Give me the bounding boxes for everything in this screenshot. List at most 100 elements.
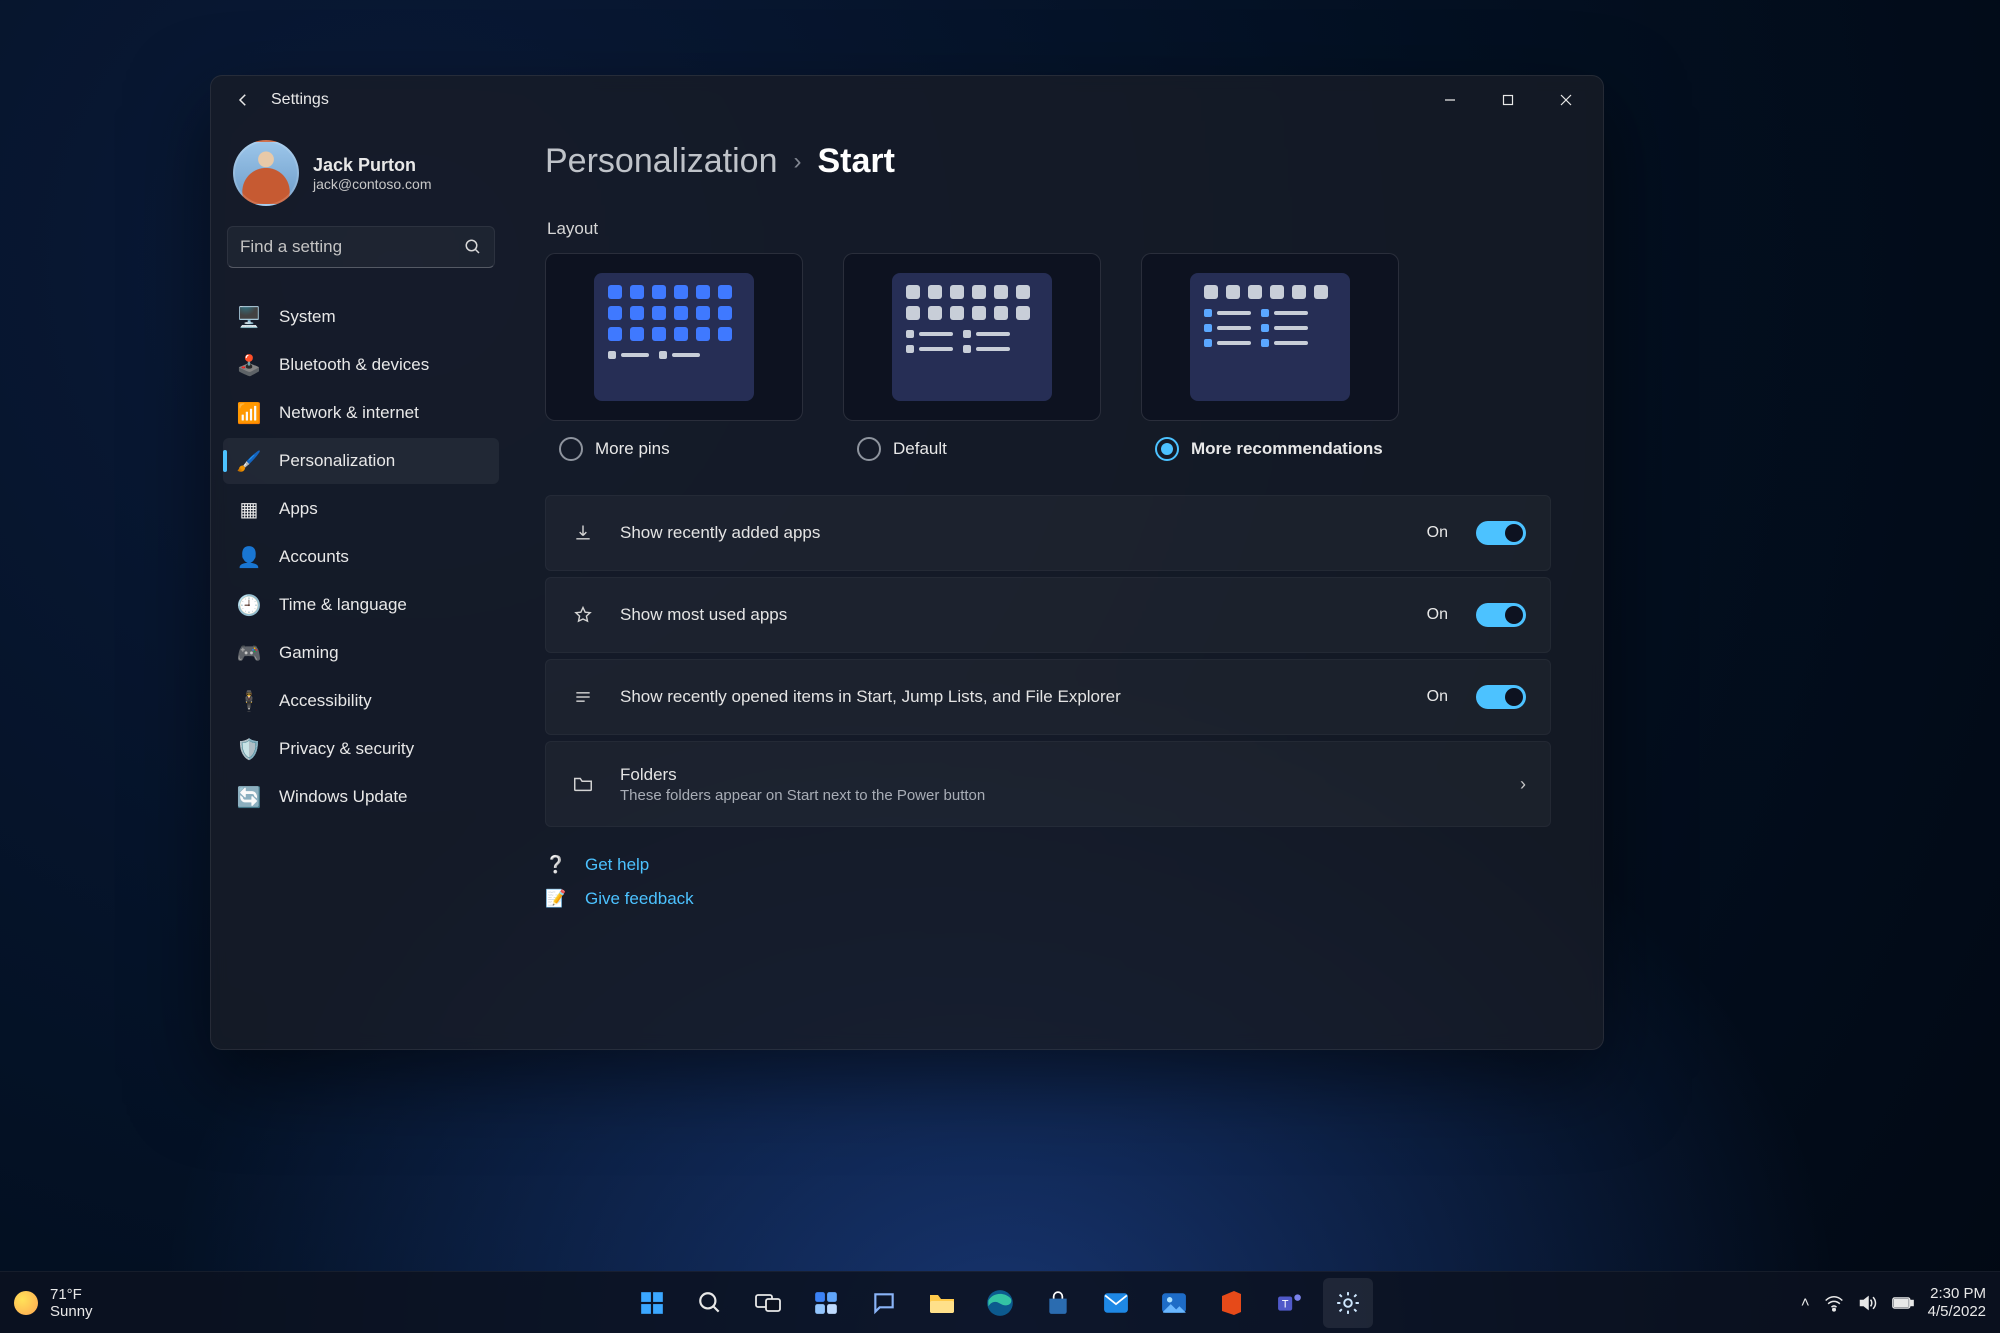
chevron-right-icon: ›: [1520, 774, 1526, 795]
weather-cond: Sunny: [50, 1303, 93, 1320]
layout-option-default[interactable]: Default: [843, 253, 1101, 461]
taskbar-apps: T: [274, 1278, 1726, 1328]
minimize-icon: [1444, 94, 1456, 106]
taskbar-chat[interactable]: [859, 1278, 909, 1328]
taskbar-clock[interactable]: 2:30 PM 4/5/2022: [1928, 1285, 1986, 1321]
layout-options: More pins: [545, 253, 1551, 461]
toggle-switch[interactable]: [1476, 603, 1526, 627]
mail-icon: [1103, 1292, 1129, 1314]
setting-label: Show recently added apps: [620, 523, 1403, 543]
taskbar-office[interactable]: [1207, 1278, 1257, 1328]
download-icon: [570, 523, 596, 543]
wifi-icon: 📶: [237, 401, 261, 425]
toggle-state: On: [1427, 524, 1448, 542]
title-bar: Settings: [211, 76, 1603, 124]
search-input[interactable]: [240, 237, 464, 257]
taskbar-widgets[interactable]: [801, 1278, 851, 1328]
sidebar-item-system[interactable]: 🖥️ System: [223, 294, 499, 340]
profile-email: jack@contoso.com: [313, 176, 431, 192]
sidebar-item-bluetooth[interactable]: 🕹️ Bluetooth & devices: [223, 342, 499, 388]
tray-chevron-icon[interactable]: ˄: [1801, 1294, 1810, 1311]
taskbar-photos[interactable]: [1149, 1278, 1199, 1328]
setting-title: Folders: [620, 765, 1496, 785]
paintbrush-icon: 🖌️: [237, 449, 261, 473]
taskbar-weather[interactable]: 71°F Sunny: [14, 1286, 274, 1320]
office-icon: [1221, 1290, 1243, 1316]
taskbar-mail[interactable]: [1091, 1278, 1141, 1328]
gamepad-icon: 🎮: [237, 641, 261, 665]
accessibility-icon: 🕴️: [237, 689, 261, 713]
taskbar-start[interactable]: [627, 1278, 677, 1328]
sidebar-item-accessibility[interactable]: 🕴️ Accessibility: [223, 678, 499, 724]
search-box[interactable]: [227, 226, 495, 268]
person-icon: 👤: [237, 545, 261, 569]
setting-recently-added[interactable]: Show recently added apps On: [545, 495, 1551, 571]
update-icon: 🔄: [237, 785, 261, 809]
taskbar: 71°F Sunny: [0, 1271, 2000, 1333]
search-icon: [697, 1290, 723, 1316]
layout-option-more-pins[interactable]: More pins: [545, 253, 803, 461]
back-button[interactable]: [229, 91, 257, 109]
maximize-button[interactable]: [1479, 80, 1537, 120]
taskbar-store[interactable]: [1033, 1278, 1083, 1328]
sidebar-item-gaming[interactable]: 🎮 Gaming: [223, 630, 499, 676]
taskbar-system-tray[interactable]: ˄ 2:30 PM 4/5/2022: [1726, 1285, 1986, 1321]
give-feedback-link[interactable]: 📝 Give feedback: [545, 889, 1551, 909]
sidebar-item-label: Bluetooth & devices: [279, 355, 429, 375]
radio-icon: [857, 437, 881, 461]
weather-temp: 71°F: [50, 1286, 93, 1303]
folder-icon: [928, 1291, 956, 1315]
sidebar-item-network[interactable]: 📶 Network & internet: [223, 390, 499, 436]
breadcrumb-parent[interactable]: Personalization: [545, 142, 777, 181]
display-icon: 🖥️: [237, 305, 261, 329]
setting-label: Show recently opened items in Start, Jum…: [620, 687, 1403, 707]
taskbar-edge[interactable]: [975, 1278, 1025, 1328]
profile-name: Jack Purton: [313, 155, 431, 176]
sidebar-item-time-language[interactable]: 🕘 Time & language: [223, 582, 499, 628]
volume-icon[interactable]: [1858, 1294, 1878, 1312]
taskbar-search[interactable]: [685, 1278, 735, 1328]
sidebar-item-label: Time & language: [279, 595, 407, 615]
minimize-button[interactable]: [1421, 80, 1479, 120]
sidebar-item-label: Accessibility: [279, 691, 372, 711]
setting-most-used[interactable]: Show most used apps On: [545, 577, 1551, 653]
sidebar-item-label: Gaming: [279, 643, 339, 663]
folder-icon: [570, 773, 596, 795]
link-label: Get help: [585, 855, 649, 875]
window-title: Settings: [271, 91, 329, 109]
toggle-switch[interactable]: [1476, 685, 1526, 709]
profile-block[interactable]: Jack Purton jack@contoso.com: [223, 134, 499, 220]
toggle-switch[interactable]: [1476, 521, 1526, 545]
list-icon: [570, 687, 596, 707]
taskbar-teams[interactable]: T: [1265, 1278, 1315, 1328]
wifi-icon[interactable]: [1824, 1294, 1844, 1312]
sidebar-item-accounts[interactable]: 👤 Accounts: [223, 534, 499, 580]
layout-option-more-recommendations[interactable]: More recommendations: [1141, 253, 1399, 461]
sidebar-item-privacy[interactable]: 🛡️ Privacy & security: [223, 726, 499, 772]
taskbar-task-view[interactable]: [743, 1278, 793, 1328]
radio-icon: [1155, 437, 1179, 461]
toggle-state: On: [1427, 688, 1448, 706]
get-help-link[interactable]: ❔ Get help: [545, 855, 1551, 875]
feedback-icon: 📝: [545, 889, 567, 909]
close-button[interactable]: [1537, 80, 1595, 120]
battery-icon[interactable]: [1892, 1296, 1914, 1310]
toggle-state: On: [1427, 606, 1448, 624]
taskbar-file-explorer[interactable]: [917, 1278, 967, 1328]
sidebar-item-personalization[interactable]: 🖌️ Personalization: [223, 438, 499, 484]
sidebar-item-label: Network & internet: [279, 403, 419, 423]
sidebar-item-label: Personalization: [279, 451, 395, 471]
taskbar-settings[interactable]: [1323, 1278, 1373, 1328]
apps-icon: ▦: [237, 497, 261, 521]
sidebar-item-label: System: [279, 307, 336, 327]
radio-icon: [559, 437, 583, 461]
close-icon: [1560, 94, 1572, 106]
sidebar-item-apps[interactable]: ▦ Apps: [223, 486, 499, 532]
help-icon: ❔: [545, 855, 567, 875]
layout-option-label: Default: [893, 439, 947, 459]
setting-recent-items[interactable]: Show recently opened items in Start, Jum…: [545, 659, 1551, 735]
sidebar-item-windows-update[interactable]: 🔄 Windows Update: [223, 774, 499, 820]
clock-date: 4/5/2022: [1928, 1303, 1986, 1321]
shield-icon: 🛡️: [237, 737, 261, 761]
setting-folders[interactable]: Folders These folders appear on Start ne…: [545, 741, 1551, 827]
